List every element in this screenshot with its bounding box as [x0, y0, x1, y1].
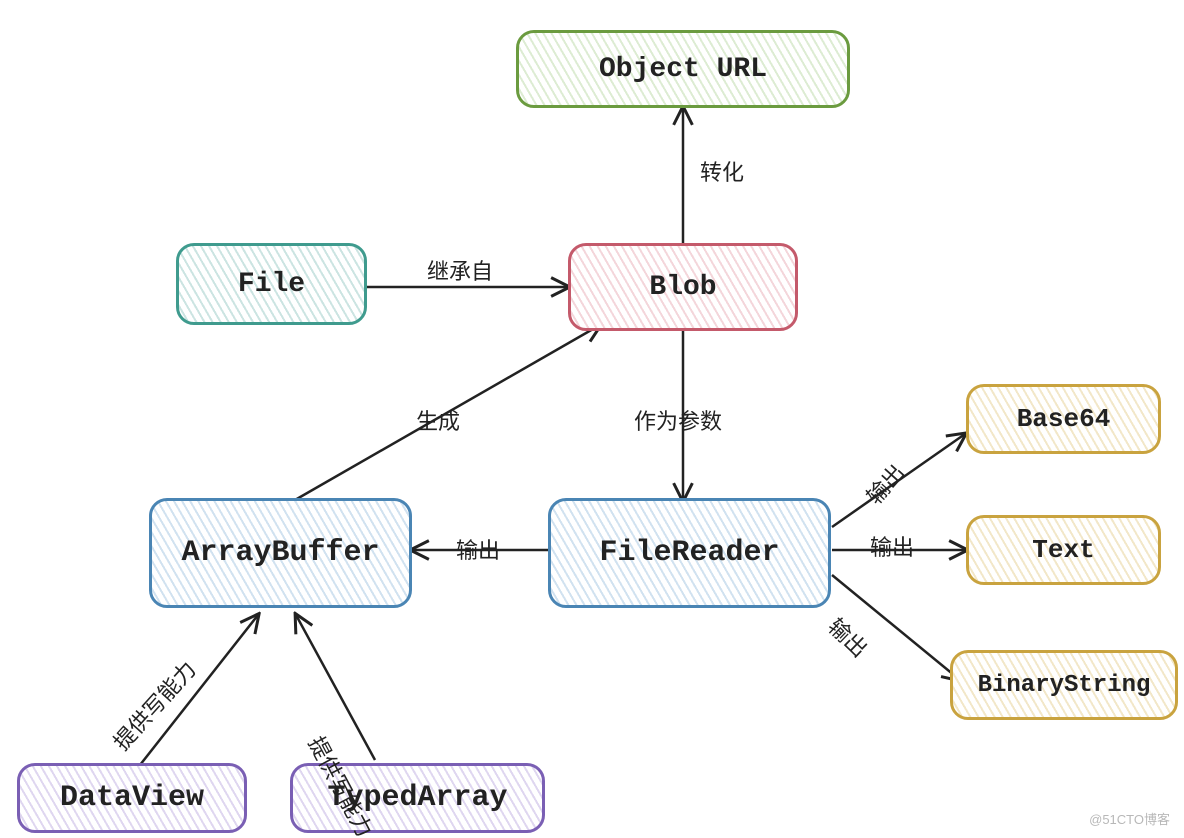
- edge-label-arraybuffer-blob: 生成: [416, 404, 460, 436]
- node-blob: Blob: [568, 243, 798, 331]
- node-dataview: DataView: [17, 763, 247, 833]
- node-object-url: Object URL: [516, 30, 850, 108]
- node-label: File: [238, 269, 305, 300]
- node-file: File: [176, 243, 367, 325]
- node-label: Text: [1032, 535, 1094, 565]
- node-label: FileReader: [599, 536, 779, 570]
- node-binarystring: BinaryString: [950, 650, 1178, 720]
- node-label: ArrayBuffer: [181, 536, 379, 570]
- node-label: Base64: [1017, 404, 1111, 434]
- edge-label-blob-objecturl: 转化: [700, 155, 744, 187]
- node-text: Text: [966, 515, 1161, 585]
- node-label: BinaryString: [978, 672, 1151, 699]
- node-arraybuffer: ArrayBuffer: [149, 498, 412, 608]
- edge-label-file-blob: 继承自: [427, 254, 493, 286]
- node-label: DataView: [60, 781, 204, 815]
- edge-label-filereader-text: 输出: [870, 530, 914, 562]
- node-label: Object URL: [599, 54, 767, 85]
- watermark: @51CTO博客: [1089, 809, 1170, 828]
- edge-label-filereader-arraybuffer: 输出: [456, 533, 500, 565]
- node-base64: Base64: [966, 384, 1161, 454]
- edge-label-blob-filereader: 作为参数: [634, 404, 722, 436]
- node-label: Blob: [649, 272, 716, 303]
- node-filereader: FileReader: [548, 498, 831, 608]
